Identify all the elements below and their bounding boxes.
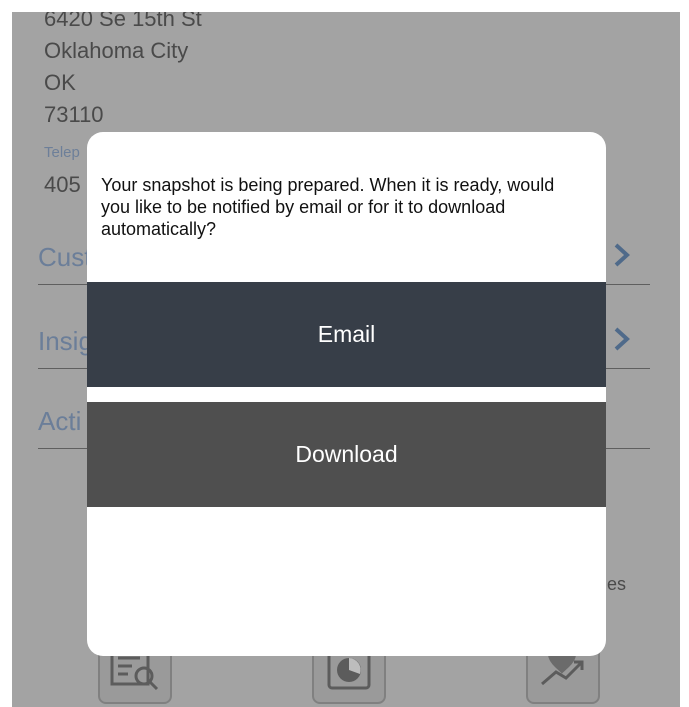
address-city: Oklahoma City bbox=[44, 38, 189, 63]
row-actions-label: Acti bbox=[38, 406, 82, 436]
telephone-value: 405 bbox=[44, 172, 81, 197]
telephone-label: Telep bbox=[44, 144, 80, 161]
address-street: 6420 Se 15th St bbox=[44, 12, 202, 31]
row-customer-label: Cust bbox=[38, 242, 92, 272]
email-button[interactable]: Email bbox=[87, 282, 606, 387]
download-button[interactable]: Download bbox=[87, 402, 606, 507]
background-side-text: es bbox=[607, 574, 627, 594]
chevron-right-icon bbox=[614, 243, 630, 267]
snapshot-dialog: Your snapshot is being prepared. When it… bbox=[87, 132, 606, 656]
address-zip: 73110 bbox=[44, 102, 104, 127]
app-screen: 6420 Se 15th St Oklahoma City OK 73110 T… bbox=[12, 12, 680, 707]
address-state: OK bbox=[44, 70, 76, 95]
chevron-right-icon bbox=[614, 327, 630, 351]
row-insights-label: Insig bbox=[38, 326, 93, 356]
dialog-message: Your snapshot is being prepared. When it… bbox=[101, 175, 555, 239]
